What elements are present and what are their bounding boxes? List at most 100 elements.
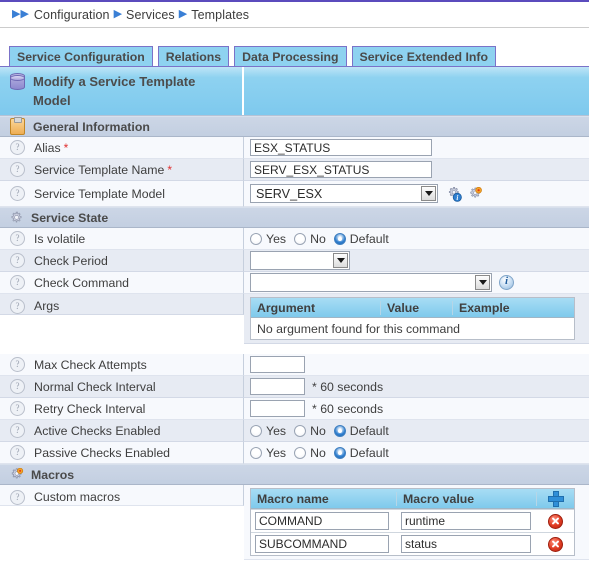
field-label-custom-macros-cell: ? Custom macros [0, 485, 244, 506]
macro-actions-cell [537, 537, 574, 552]
question-mark-icon[interactable]: ? [10, 401, 25, 416]
macro-name-cell [251, 535, 397, 553]
chevron-down-icon[interactable] [475, 275, 490, 290]
args-column-argument: Argument [251, 301, 381, 315]
page-title: Modify a Service Template Model [0, 67, 244, 115]
radio-indicator[interactable] [294, 233, 306, 245]
tab-relations[interactable]: Relations [158, 46, 229, 66]
active-checks-radio-group: Yes No Default [250, 424, 397, 438]
question-mark-icon[interactable]: ? [10, 140, 25, 155]
question-mark-icon[interactable]: ? [10, 299, 25, 314]
check-command-select[interactable] [250, 273, 492, 292]
breadcrumb-item-services[interactable]: Services [126, 8, 175, 22]
active-checks-option-no[interactable]: No [294, 424, 326, 438]
radio-label: Default [350, 232, 389, 246]
field-label-normal-check-interval: Normal Check Interval [34, 380, 156, 394]
field-label-service-template-model: Service Template Model [34, 187, 165, 201]
breadcrumb-item-configuration[interactable]: Configuration [34, 8, 110, 22]
radio-indicator[interactable] [250, 425, 262, 437]
radio-indicator-selected[interactable] [334, 233, 346, 245]
question-mark-icon[interactable]: ? [10, 162, 25, 177]
field-value-template-model-cell: SERV_ESX i [244, 181, 589, 207]
field-label-custom-macros: Custom macros [34, 490, 120, 504]
delete-icon[interactable] [548, 537, 563, 552]
field-value-check-command-cell [244, 272, 589, 294]
field-label-args-cell: ? Args [0, 294, 244, 315]
table-row [251, 509, 574, 532]
tab-data-processing[interactable]: Data Processing [234, 46, 346, 66]
field-row-active-checks-enabled: ? Active Checks Enabled Yes No Default [0, 420, 589, 442]
service-template-model-select[interactable]: SERV_ESX [250, 184, 438, 203]
field-label-active-checks-cell: ? Active Checks Enabled [0, 420, 244, 442]
chevron-down-icon[interactable] [333, 253, 348, 268]
question-mark-icon[interactable]: ? [10, 445, 25, 460]
radio-indicator[interactable] [294, 447, 306, 459]
section-header-general-label: General Information [33, 120, 150, 134]
section-header-service-state-label: Service State [31, 211, 108, 225]
question-mark-icon[interactable]: ? [10, 231, 25, 246]
retry-check-interval-input[interactable] [250, 400, 305, 417]
field-row-check-period: ? Check Period [0, 250, 589, 272]
double-chevron-right-icon: ▶▶ [12, 9, 29, 20]
macro-value-cell [397, 512, 537, 530]
chevron-right-icon: ▶ [114, 9, 122, 20]
macros-column-name: Macro name [251, 492, 397, 506]
check-period-select[interactable] [250, 251, 350, 270]
radio-indicator[interactable] [250, 233, 262, 245]
active-checks-option-default[interactable]: Default [334, 424, 389, 438]
service-template-name-input[interactable] [250, 161, 432, 178]
breadcrumb-item-templates[interactable]: Templates [191, 8, 249, 22]
delete-icon[interactable] [548, 514, 563, 529]
macro-value-input[interactable] [401, 512, 531, 530]
radio-indicator-selected[interactable] [334, 425, 346, 437]
macro-value-input[interactable] [401, 535, 531, 553]
field-label-normal-check-interval-cell: ? Normal Check Interval [0, 376, 244, 398]
question-mark-icon[interactable]: ? [10, 490, 25, 505]
passive-checks-option-no[interactable]: No [294, 446, 326, 460]
field-label-retry-check-interval: Retry Check Interval [34, 402, 145, 416]
section-header-general-information: General Information [0, 116, 589, 137]
passive-checks-radio-group: Yes No Default [250, 446, 397, 460]
question-mark-icon[interactable]: ? [10, 253, 25, 268]
is-volatile-option-no[interactable]: No [294, 232, 326, 246]
info-icon[interactable] [499, 275, 514, 290]
field-value-args-cell: Argument Value Example No argument found… [244, 294, 589, 344]
question-mark-icon[interactable]: ? [10, 423, 25, 438]
question-mark-icon[interactable]: ? [10, 186, 25, 201]
field-label-alias: Alias [34, 141, 61, 155]
radio-indicator[interactable] [294, 425, 306, 437]
macro-name-cell [251, 512, 397, 530]
plus-icon[interactable] [548, 491, 564, 507]
active-checks-option-yes[interactable]: Yes [250, 424, 286, 438]
max-check-attempts-input[interactable] [250, 356, 305, 373]
is-volatile-option-yes[interactable]: Yes [250, 232, 286, 246]
passive-checks-option-yes[interactable]: Yes [250, 446, 286, 460]
gear-info-icon[interactable]: i [447, 187, 461, 201]
radio-indicator-selected[interactable] [334, 447, 346, 459]
chevron-down-icon[interactable] [421, 186, 436, 201]
clipboard-icon [10, 118, 25, 135]
macro-name-input[interactable] [255, 512, 389, 530]
field-label-check-command: Check Command [34, 276, 129, 290]
tab-service-configuration[interactable]: Service Configuration [9, 46, 153, 66]
macro-name-input[interactable] [255, 535, 389, 553]
question-mark-icon[interactable]: ? [10, 275, 25, 290]
field-value-check-period-cell [244, 250, 589, 272]
passive-checks-option-default[interactable]: Default [334, 446, 389, 460]
field-value-normal-check-interval-cell: * 60 seconds [244, 376, 589, 398]
field-label-passive-checks-enabled: Passive Checks Enabled [34, 446, 170, 460]
radio-indicator[interactable] [250, 447, 262, 459]
form-title-bar: Modify a Service Template Model [0, 67, 589, 116]
tab-service-extended-info[interactable]: Service Extended Info [352, 46, 496, 66]
question-mark-icon[interactable]: ? [10, 379, 25, 394]
radio-label: Yes [266, 424, 286, 438]
alias-input[interactable] [250, 139, 432, 156]
normal-check-interval-input[interactable] [250, 378, 305, 395]
field-row-service-template-name: ? Service Template Name * [0, 159, 589, 181]
gear-orange-icon[interactable] [468, 187, 482, 201]
field-value-is-volatile-cell: Yes No Default [244, 228, 589, 250]
field-row-args: ? Args Argument Value Example No argumen… [0, 294, 589, 354]
tab-bar: Service Configuration Relations Data Pro… [0, 39, 589, 66]
is-volatile-option-default[interactable]: Default [334, 232, 389, 246]
question-mark-icon[interactable]: ? [10, 357, 25, 372]
